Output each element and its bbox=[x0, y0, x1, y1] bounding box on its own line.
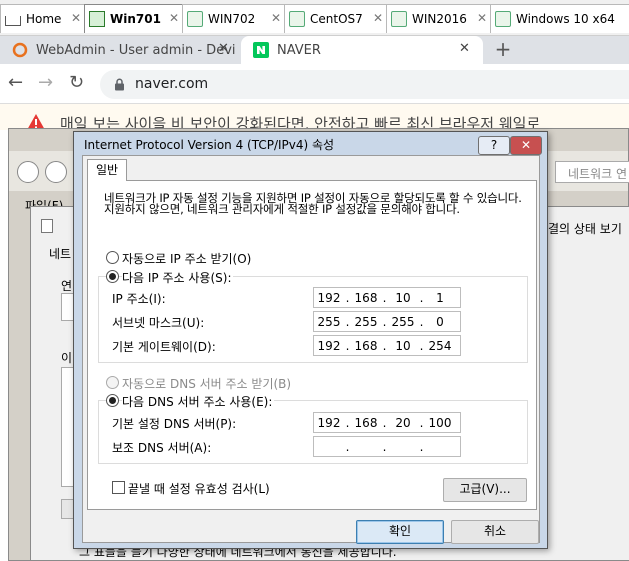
ip-octet: 168 bbox=[354, 338, 378, 353]
ip-octet: 255 bbox=[354, 314, 378, 329]
vm-tab-bar: Home ✕ Win701 ✕ WIN702 ✕ CentOS7 ✕ WIN20… bbox=[0, 0, 629, 36]
vm-icon bbox=[289, 11, 305, 27]
alternate-dns-input[interactable]: . . . bbox=[313, 436, 461, 457]
view-status-link[interactable]: 결의 상태 보기 bbox=[548, 220, 629, 240]
browser-tab-strip: WebAdmin - User admin - Devi ✕ NAVER ✕ bbox=[0, 36, 629, 64]
validate-checkbox[interactable] bbox=[112, 481, 125, 494]
cancel-button[interactable]: 취소 bbox=[451, 520, 539, 544]
back-icon[interactable] bbox=[17, 161, 39, 183]
browser-tab-webadmin[interactable]: WebAdmin - User admin - Devi ✕ bbox=[0, 36, 240, 64]
manual-ip-label: 다음 IP 주소 사용(S): bbox=[122, 269, 234, 286]
ip-octet: 168 bbox=[354, 290, 378, 305]
ip-octet: 254 bbox=[428, 338, 452, 353]
browser-tab-label: NAVER bbox=[277, 42, 321, 58]
vm-tab-label: WIN702 bbox=[208, 12, 256, 26]
dialog-title: Internet Protocol Version 4 (TCP/IPv4) 속… bbox=[84, 138, 335, 152]
ip-octet: 192 bbox=[317, 290, 341, 305]
ip-octet: 20 bbox=[395, 415, 411, 430]
alternate-dns-label: 보조 DNS 서버(A): bbox=[112, 441, 212, 455]
vm-icon bbox=[391, 11, 407, 27]
webadmin-icon bbox=[12, 42, 28, 58]
manual-ip-radio[interactable] bbox=[106, 270, 119, 283]
vm-tab-label: Win701 bbox=[110, 12, 161, 26]
lock-icon bbox=[115, 78, 124, 91]
reload-icon[interactable]: ↻ bbox=[69, 72, 84, 93]
back-icon[interactable]: ← bbox=[8, 72, 23, 93]
ip-octet: 100 bbox=[428, 415, 452, 430]
default-gateway-label: 기본 게이트웨이(D): bbox=[112, 340, 216, 354]
items-label: 이 bbox=[61, 351, 73, 365]
validate-label: 끝낼 때 설정 유효성 검사(L) bbox=[128, 482, 270, 496]
vm-tab-home[interactable]: Home ✕ bbox=[0, 4, 86, 33]
manual-dns-radio[interactable] bbox=[106, 394, 119, 407]
vm-tab-win702[interactable]: WIN702 ✕ bbox=[182, 4, 286, 33]
url-text: naver.com bbox=[135, 76, 209, 92]
ip-octet: 0 bbox=[436, 314, 444, 329]
advanced-button[interactable]: 고급(V)... bbox=[443, 478, 527, 502]
browser-tab-naver[interactable]: NAVER ✕ bbox=[241, 36, 483, 64]
ip-address-label: IP 주소(I): bbox=[112, 292, 166, 306]
vm-tab-label: WIN2016 bbox=[412, 12, 467, 26]
vm-tab-label: CentOS7 bbox=[310, 12, 363, 26]
vm-icon bbox=[495, 11, 511, 27]
subnet-mask-label: 서브넷 마스크(U): bbox=[112, 316, 205, 330]
vm-tab-windows10[interactable]: Windows 10 x64 bbox=[490, 4, 629, 33]
naver-banner: 매일 보는 사이을 비 보안이 강화된다면, 안전하고 빠르 최신 브라우저 웨… bbox=[0, 104, 629, 130]
vm-tab-label: Windows 10 x64 bbox=[516, 12, 615, 26]
vm-tab-centos7[interactable]: CentOS7 ✕ bbox=[284, 4, 388, 33]
auto-dns-label: 자동으로 DNS 서버 주소 받기(B) bbox=[122, 377, 292, 391]
close-icon[interactable]: ✕ bbox=[459, 41, 470, 56]
default-gateway-input[interactable]: 192. 168. 10. 254 bbox=[313, 335, 461, 356]
description-text: 네트워크가 IP 자동 설정 기능을 지원하면 IP 설정이 자동으로 할당되도… bbox=[104, 191, 522, 216]
ip-octet: 10 bbox=[395, 290, 411, 305]
ok-button[interactable]: 확인 bbox=[356, 520, 444, 544]
connection-label: 연 bbox=[61, 279, 73, 293]
new-tab-button[interactable]: + bbox=[492, 36, 514, 62]
close-icon[interactable]: ✕ bbox=[169, 11, 179, 25]
vm-tab-win2016[interactable]: WIN2016 ✕ bbox=[386, 4, 492, 33]
auto-ip-label: 자동으로 IP 주소 받기(O) bbox=[122, 252, 252, 266]
preferred-dns-input[interactable]: 192. 168. 20. 100 bbox=[313, 412, 461, 433]
subnet-mask-input[interactable]: 255. 255. 255. 0 bbox=[313, 311, 461, 332]
home-icon bbox=[5, 16, 21, 26]
network-icon bbox=[41, 219, 53, 233]
vm-icon bbox=[89, 11, 105, 27]
close-icon[interactable]: ✕ bbox=[71, 11, 81, 25]
ip-octet: 1 bbox=[436, 290, 444, 305]
vm-tab-win701[interactable]: Win701 ✕ bbox=[84, 4, 184, 33]
ip-address-input[interactable]: 192. 168. 10. 1 bbox=[313, 287, 461, 308]
tab-network[interactable]: 네트 bbox=[49, 245, 71, 262]
tab-general[interactable]: 일반 bbox=[87, 159, 127, 181]
preferred-dns-label: 기본 설정 DNS 서버(P): bbox=[112, 417, 237, 431]
vm-icon bbox=[187, 11, 203, 27]
browser-tab-label: WebAdmin - User admin - Devi bbox=[36, 42, 236, 58]
ip-octet: 192 bbox=[317, 415, 341, 430]
forward-icon[interactable]: → bbox=[38, 72, 53, 93]
close-button[interactable]: ✕ bbox=[510, 136, 542, 155]
ip-octet: 255 bbox=[317, 314, 341, 329]
ip-octet: 10 bbox=[395, 338, 411, 353]
close-icon[interactable]: ✕ bbox=[271, 11, 281, 25]
naver-icon bbox=[253, 42, 269, 58]
ip-octet: 192 bbox=[317, 338, 341, 353]
manual-dns-label: 다음 DNS 서버 주소 사용(E): bbox=[122, 393, 275, 410]
help-button[interactable]: ? bbox=[478, 136, 510, 155]
auto-dns-radio[interactable] bbox=[106, 376, 119, 389]
search-input[interactable]: 네트워크 연 bbox=[555, 161, 629, 183]
omnibox[interactable]: naver.com bbox=[100, 70, 629, 99]
close-icon[interactable]: ✕ bbox=[373, 11, 383, 25]
close-icon[interactable]: ✕ bbox=[477, 11, 487, 25]
close-icon[interactable]: ✕ bbox=[218, 41, 229, 56]
ip-octet: 255 bbox=[391, 314, 415, 329]
vm-tab-label: Home bbox=[26, 12, 62, 26]
auto-ip-radio[interactable] bbox=[106, 251, 119, 264]
ip-octet: 168 bbox=[354, 415, 378, 430]
forward-icon[interactable] bbox=[45, 161, 67, 183]
